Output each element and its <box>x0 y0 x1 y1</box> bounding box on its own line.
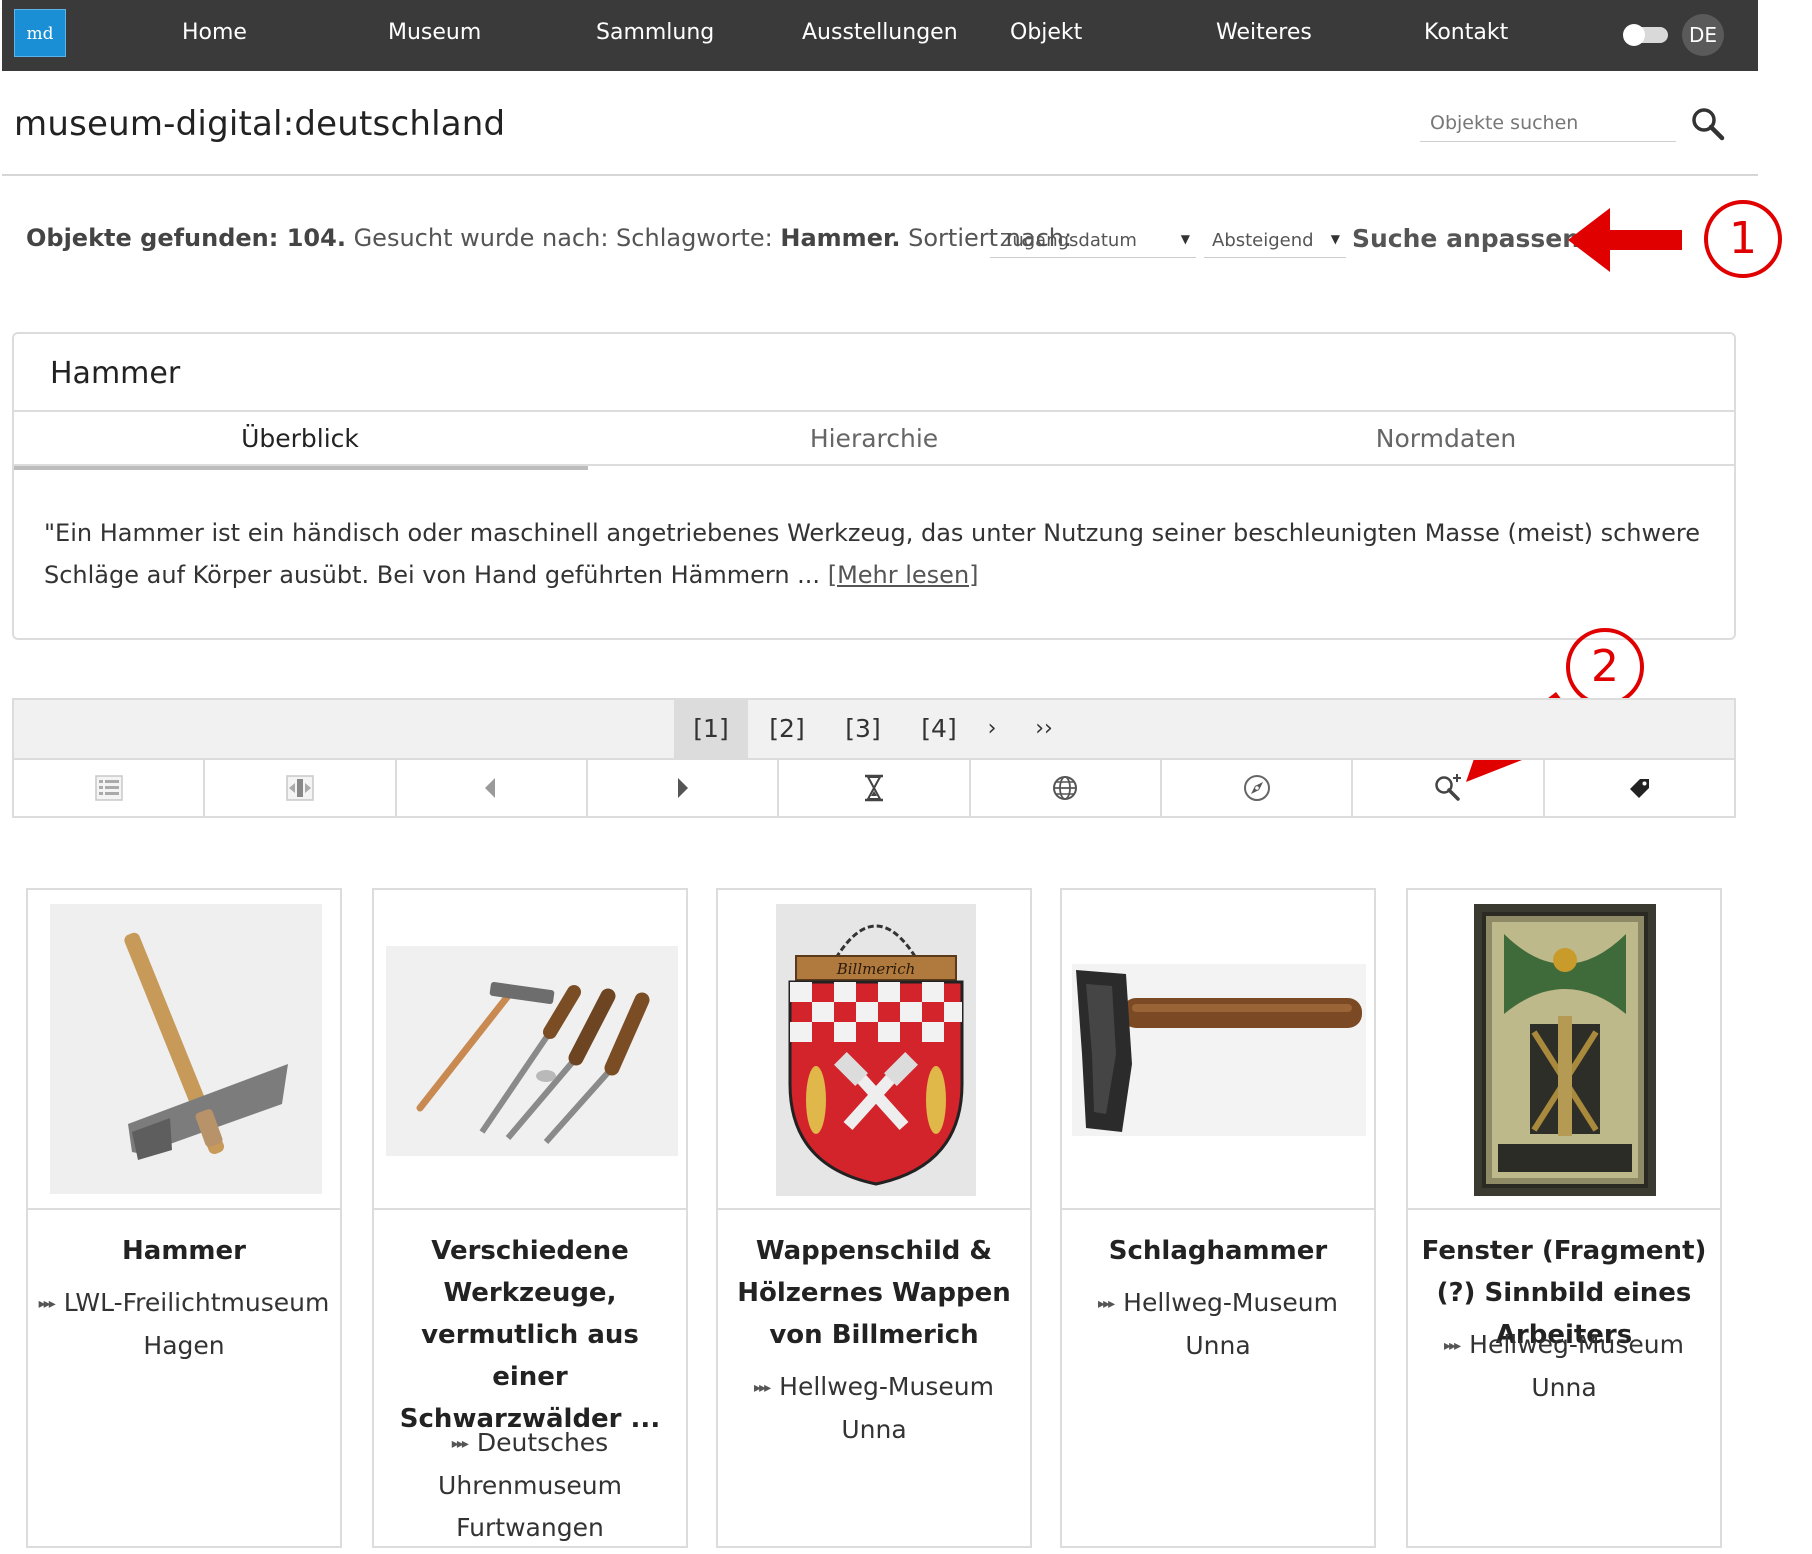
nav-sammlung[interactable]: Sammlung <box>596 20 714 45</box>
museum-name: LWL-Freilichtmuseum Hagen <box>63 1288 330 1360</box>
tag-button[interactable] <box>1545 760 1734 816</box>
tools-photo[interactable] <box>386 946 678 1156</box>
dropdown-caret-icon: ▼ <box>1180 232 1190 246</box>
next-button[interactable] <box>588 760 780 816</box>
sort-field-select[interactable]: Zugangsdatum ▼ <box>990 226 1196 258</box>
list-view-icon <box>94 775 123 801</box>
result-summary: Objekte gefunden: 104. Gesucht wurde nac… <box>26 224 1072 252</box>
sort-field-value: Zugangsdatum <box>1000 230 1137 251</box>
museum-link[interactable]: ▸▸▸ Deutsches Uhrenmuseum Furtwangen <box>382 1422 678 1549</box>
previous-icon <box>485 778 496 798</box>
nav-museum[interactable]: Museum <box>388 20 481 45</box>
object-image-frame <box>374 890 686 1210</box>
compare-view-button[interactable] <box>205 760 397 816</box>
panel-tabs: Überblick Hierarchie Normdaten <box>14 410 1734 470</box>
last-page-link[interactable]: ›› <box>1024 700 1064 758</box>
header-divider <box>2 174 1758 176</box>
list-view-button[interactable] <box>14 760 206 816</box>
museum-pointer-icon: ▸▸▸ <box>38 1296 56 1312</box>
object-image-frame <box>1408 890 1720 1210</box>
stained-glass-photo[interactable] <box>1474 904 1656 1196</box>
nav-ausstellungen[interactable]: Ausstellungen <box>802 20 958 45</box>
view-toolbar <box>12 758 1736 818</box>
previous-button[interactable] <box>397 760 588 816</box>
compare-view-icon <box>286 775 314 801</box>
museum-pointer-icon: ▸▸▸ <box>1444 1338 1461 1354</box>
object-card[interactable]: Fenster (Fragment) (?) Sinnbild eines Ar… <box>1406 888 1722 1548</box>
page-4-link[interactable]: [4] <box>902 700 976 758</box>
museum-pointer-icon: ▸▸▸ <box>754 1380 771 1396</box>
searched-label: Gesucht wurde nach: Schlagworte: <box>353 224 773 252</box>
tab-normdaten[interactable]: Normdaten <box>1160 424 1732 453</box>
tab-ueberblick[interactable]: Überblick <box>14 424 586 453</box>
annotation-number-1: 1 <box>1704 200 1782 278</box>
active-tab-indicator <box>14 466 588 470</box>
pagination-bar: [1] [2] [3] [4] › ›› <box>12 698 1736 758</box>
object-card[interactable]: Schlaghammer ▸▸▸ Hellweg-Museum Unna <box>1060 888 1376 1548</box>
timeline-button[interactable] <box>779 760 971 816</box>
nav-kontakt[interactable]: Kontakt <box>1424 20 1508 45</box>
object-title[interactable]: Wappenschild & Hölzernes Wappen von Bill… <box>726 1230 1022 1356</box>
compass-icon <box>1243 775 1270 801</box>
annotation-number-2: 2 <box>1566 628 1644 706</box>
next-page-link[interactable]: › <box>972 700 1012 758</box>
keyword-info-panel: Hammer Überblick Hierarchie Normdaten "E… <box>12 332 1736 640</box>
annotation-arrow-1 <box>1568 208 1682 272</box>
next-icon <box>677 778 688 798</box>
tab-hierarchie[interactable]: Hierarchie <box>588 424 1160 453</box>
found-count: Objekte gefunden: 104. <box>26 224 346 252</box>
museum-pointer-icon: ▸▸▸ <box>1098 1296 1115 1312</box>
museum-link[interactable]: ▸▸▸ Hellweg-Museum Unna <box>726 1366 1022 1451</box>
map-button[interactable] <box>971 760 1162 816</box>
search-input[interactable] <box>1420 104 1676 142</box>
coat-of-arms-photo[interactable]: Billmerich <box>776 904 976 1196</box>
search-keyword: Hammer. <box>780 224 901 252</box>
search-icon <box>1692 108 1725 141</box>
schlaghammer-photo[interactable] <box>1072 964 1366 1136</box>
keyword-description: "Ein Hammer ist ein händisch oder maschi… <box>44 512 1704 596</box>
object-title[interactable]: Hammer <box>36 1230 332 1272</box>
hammer-photo[interactable] <box>50 904 322 1194</box>
object-card[interactable]: Verschiedene Werkzeuge, vermutlich aus e… <box>372 888 688 1548</box>
museum-pointer-icon: ▸▸▸ <box>451 1436 469 1452</box>
object-title[interactable]: Schlaghammer <box>1070 1230 1366 1272</box>
sort-order-value: Absteigend <box>1212 230 1314 251</box>
object-card[interactable]: Billmerich Wappenschild & Hölzernes Wapp… <box>716 888 1032 1548</box>
object-image-frame <box>28 890 340 1210</box>
nav-objekt[interactable]: Objekt <box>1010 20 1082 45</box>
museum-name: Hellweg-Museum Unna <box>779 1372 994 1444</box>
search-button[interactable] <box>1690 106 1726 142</box>
adjust-search-link[interactable]: Suche anpassen. <box>1352 224 1590 253</box>
tag-icon <box>1630 779 1650 798</box>
site-title[interactable]: museum-digital:deutschland <box>14 104 505 144</box>
timeline-hourglass-icon <box>864 774 883 802</box>
object-image-frame <box>1062 890 1374 1210</box>
page-2-link[interactable]: [2] <box>750 700 824 758</box>
object-title[interactable]: Verschiedene Werkzeuge, vermutlich aus e… <box>382 1230 678 1440</box>
museum-link[interactable]: ▸▸▸ Hellweg-Museum Unna <box>1416 1324 1712 1409</box>
object-card[interactable]: Hammer ▸▸▸ LWL-Freilichtmuseum Hagen <box>26 888 342 1548</box>
nav-weiteres[interactable]: Weiteres <box>1216 20 1312 45</box>
theme-toggle[interactable] <box>1623 24 1668 46</box>
museum-link[interactable]: ▸▸▸ Hellweg-Museum Unna <box>1070 1282 1366 1367</box>
sort-order-select[interactable]: Absteigend ▼ <box>1204 226 1346 258</box>
compass-button[interactable] <box>1162 760 1354 816</box>
extended-search-button[interactable] <box>1353 760 1545 816</box>
page-1-link[interactable]: [1] <box>674 700 748 758</box>
museum-link[interactable]: ▸▸▸ LWL-Freilichtmuseum Hagen <box>36 1282 332 1367</box>
top-navigation-bar: md Home Museum Sammlung Ausstellungen Ob… <box>2 0 1758 71</box>
museum-name: Hellweg-Museum Unna <box>1469 1330 1684 1402</box>
nav-home[interactable]: Home <box>182 20 247 45</box>
site-logo[interactable]: md <box>14 9 66 57</box>
panel-title: Hammer <box>50 356 181 391</box>
object-image-frame: Billmerich <box>718 890 1030 1210</box>
search-plus-icon <box>1435 774 1461 801</box>
globe-icon <box>1053 776 1078 800</box>
language-button[interactable]: DE <box>1682 14 1724 56</box>
museum-name: Hellweg-Museum Unna <box>1123 1288 1338 1360</box>
read-more-link[interactable]: [Mehr lesen] <box>828 561 979 589</box>
coat-of-arms-banner: Billmerich <box>836 960 916 978</box>
dropdown-caret-icon: ▼ <box>1330 232 1340 246</box>
page-3-link[interactable]: [3] <box>826 700 900 758</box>
